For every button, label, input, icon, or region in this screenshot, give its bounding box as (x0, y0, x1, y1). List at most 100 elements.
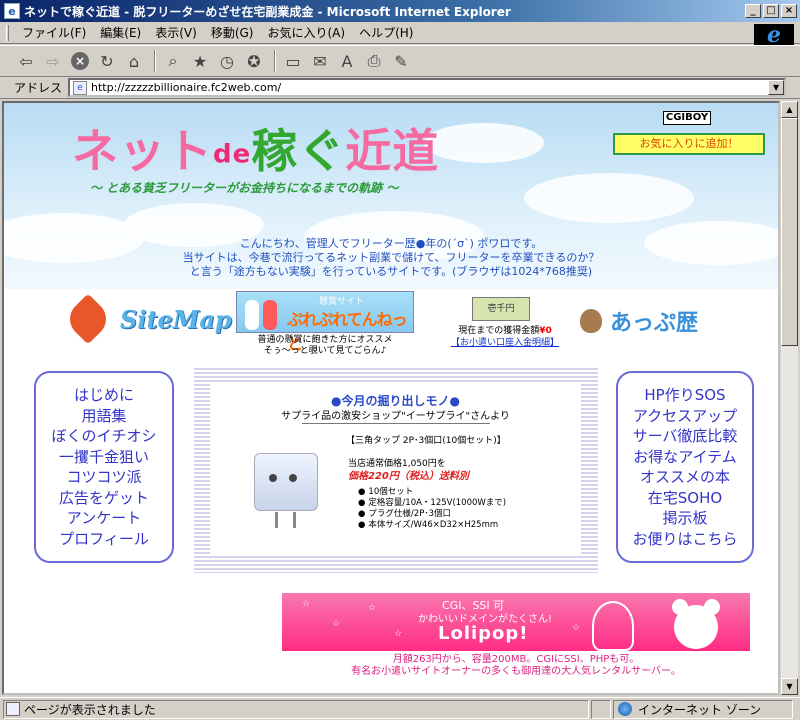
address-input[interactable]: e http://zzzzzbillionaire.fc2web.com/ ▼ (68, 78, 787, 97)
window-title: ネットで稼ぐ近道 - 脱フリーターめざせ在宅副業成金 - Microsoft I… (24, 4, 511, 19)
search-icon[interactable]: ⌕ (161, 49, 185, 73)
home-icon[interactable]: ⌂ (122, 49, 146, 73)
menu-favorites[interactable]: お気に入り(A) (260, 22, 352, 43)
star-icon: ☆ (394, 629, 403, 639)
product-specs: 10個セット 定格容量/10A・125V(1000Wまで) プラグ仕様/2P･3… (358, 487, 506, 531)
nav-link-hajimeni[interactable]: はじめに (36, 385, 172, 406)
menu-view[interactable]: 表示(V) (148, 22, 204, 43)
update-history-link[interactable]: あっぷ歴 (580, 305, 698, 337)
menu-edit[interactable]: 編集(E) (93, 22, 148, 43)
nav-link-ads[interactable]: 広告をゲット (36, 488, 172, 509)
nav-link-books[interactable]: オススメの本 (618, 467, 752, 488)
ie-throbber-logo: e (754, 22, 794, 48)
plug-pin (275, 512, 278, 528)
earnings-value: ¥0 (539, 326, 552, 336)
logo-de: de (213, 139, 252, 170)
maximize-button[interactable]: □ (763, 4, 779, 18)
banner-caption-line: そぅ～っと覗いて見てごらん♪ (263, 346, 387, 356)
lolipop-banner[interactable]: ☆ ☆ ☆ ☆ ☆ CGI、SSI 可 かわいいドメインがたくさん! Lolip… (282, 593, 750, 651)
nav-link-server-compare[interactable]: サーバ徹底比較 (618, 426, 752, 447)
address-url: http://zzzzzbillionaire.fc2web.com/ (91, 81, 282, 94)
earnings-detail-link[interactable]: 【お小遣い口座入金明細】 (442, 337, 568, 349)
intro-line: こんにちわ、管理人でフリーター歴●年の(´σ`) ポワロです。 (239, 237, 543, 250)
channels-icon[interactable]: ✪ (242, 49, 266, 73)
girl-illustration-icon (592, 601, 634, 651)
toolbar-grip[interactable] (6, 24, 9, 41)
maple-leaf-icon (62, 293, 114, 345)
scroll-thumb[interactable] (781, 118, 798, 346)
history-icon[interactable]: ◷ (215, 49, 239, 73)
right-navigation: HP作りSOS アクセスアップ サーバ徹底比較 お得なアイテム オススメの本 在… (616, 371, 754, 563)
spec-item: 10個セット (358, 487, 506, 498)
forward-arrow-icon[interactable]: ⇨ (41, 49, 65, 73)
ie-page-icon: e (4, 3, 20, 19)
lolipop-caption: 月額263円から、容量200MB。CGIにSSI、PHPも可。 有名お小遣いサイ… (282, 654, 750, 678)
banknote-image: 壱千円 (472, 297, 530, 321)
update-history-label: あっぷ歴 (610, 311, 699, 336)
nav-link-survey[interactable]: アンケート (36, 508, 172, 529)
socket-hole (269, 474, 277, 482)
status-cell (591, 699, 611, 719)
banner-caption-line: 普通の懸賞に飽きた方にオススメ (257, 335, 393, 345)
cgiboy-badge[interactable]: CGIBOY (663, 111, 711, 125)
lolipop-brand: Lolipop! (438, 623, 529, 644)
minimize-button[interactable]: _ (745, 4, 761, 18)
top-banner-row: SiteMap 懸賞サイト ぷれぷれてんねっと 普通の懸賞に飽きた方にオススメ … (4, 289, 778, 359)
spec-item: 本体サイズ/W46×D32×H25mm (358, 520, 506, 531)
favorites-icon[interactable]: ★ (188, 49, 212, 73)
cloud-decoration (424, 123, 544, 163)
sitemap-link[interactable]: SiteMap (62, 293, 232, 345)
refresh-icon[interactable]: ↻ (95, 49, 119, 73)
menu-help[interactable]: ヘルプ(H) (352, 22, 420, 43)
add-favorite-button[interactable]: お気に入りに追加！ (613, 133, 765, 155)
nav-link-access-up[interactable]: アクセスアップ (618, 406, 752, 427)
mail-icon[interactable]: ✉ (308, 49, 332, 73)
menu-file[interactable]: ファイル(F) (15, 22, 93, 43)
earnings-label: 現在までの獲得金額 (458, 326, 540, 336)
security-zone[interactable]: インターネット ゾーン (613, 699, 793, 719)
spec-item: 定格容量/10A・125V(1000Wまで) (358, 498, 506, 509)
scroll-up-icon[interactable]: ▲ (781, 101, 798, 118)
intro-line: 当サイトは、今巷で流行ってるネット副業で儲けて、フリーターを卒業できるのか？ (182, 251, 600, 264)
prepre-banner[interactable]: 懸賞サイト ぷれぷれてんねっと (236, 291, 414, 353)
sale-price: 価格220円（税込）送料別 (348, 471, 469, 482)
socket-hole (289, 474, 297, 482)
fullscreen-icon[interactable]: ▭ (281, 49, 305, 73)
nav-link-soho[interactable]: 在宅SOHO (618, 488, 752, 509)
nav-link-hp-sos[interactable]: HP作りSOS (618, 385, 752, 406)
back-arrow-icon[interactable]: ⇦ (14, 49, 38, 73)
page-done-icon (6, 702, 20, 716)
edit-icon[interactable]: ✎ (389, 49, 413, 73)
window-title-bar[interactable]: e ネットで稼ぐ近道 - 脱フリーターめざせ在宅副業成金 - Microsoft… (0, 0, 800, 22)
lolipop-caption-line: 有名お小遣いサイトオーナーの多くも御用達の大人気レンタルサーバー。 (351, 666, 681, 677)
left-navigation: はじめに 用語集 ぼくのイチオシ 一攫千金狙い コツコツ派 広告をゲット アンケ… (34, 371, 174, 563)
font-size-icon[interactable]: A (335, 49, 359, 73)
print-icon[interactable]: ⎙ (362, 49, 386, 73)
power-strip-image[interactable] (254, 453, 318, 528)
nav-link-jackpot[interactable]: 一攫千金狙い (36, 447, 172, 468)
stop-icon[interactable]: × (68, 49, 92, 73)
site-logo[interactable]: ネットde稼ぐ近道 (72, 115, 439, 181)
address-bar: アドレス e http://zzzzzbillionaire.fc2web.co… (0, 77, 800, 99)
nav-link-contact[interactable]: お便りはこちら (618, 529, 752, 550)
site-header: ネットde稼ぐ近道 ～ とある貧乏フリーターがお金持ちになるまでの軌跡 ～ CG… (4, 103, 778, 289)
star-icon: ☆ (572, 623, 581, 633)
scroll-down-icon[interactable]: ▼ (781, 678, 798, 695)
nav-link-items[interactable]: お得なアイテム (618, 447, 752, 468)
star-icon: ☆ (368, 603, 377, 613)
status-text: ページが表示されました (24, 702, 156, 717)
nav-link-bbs[interactable]: 掲示板 (618, 508, 752, 529)
character-icon (245, 300, 259, 330)
status-main: ページが表示されました (3, 699, 589, 719)
address-dropdown-icon[interactable]: ▼ (768, 80, 785, 95)
vertical-scrollbar[interactable]: ▲ ▼ (780, 101, 798, 695)
nav-link-recommend[interactable]: ぼくのイチオシ (36, 426, 172, 447)
nav-link-glossary[interactable]: 用語集 (36, 406, 172, 427)
globe-icon (618, 702, 632, 716)
divider (302, 423, 490, 424)
nav-link-steady[interactable]: コツコツ派 (36, 467, 172, 488)
menu-go[interactable]: 移動(G) (204, 22, 261, 43)
intro-text: こんにちわ、管理人でフリーター歴●年の(´σ`) ポワロです。 当サイトは、今巷… (4, 237, 778, 279)
close-button[interactable]: × (781, 4, 797, 18)
nav-link-profile[interactable]: プロフィール (36, 529, 172, 550)
